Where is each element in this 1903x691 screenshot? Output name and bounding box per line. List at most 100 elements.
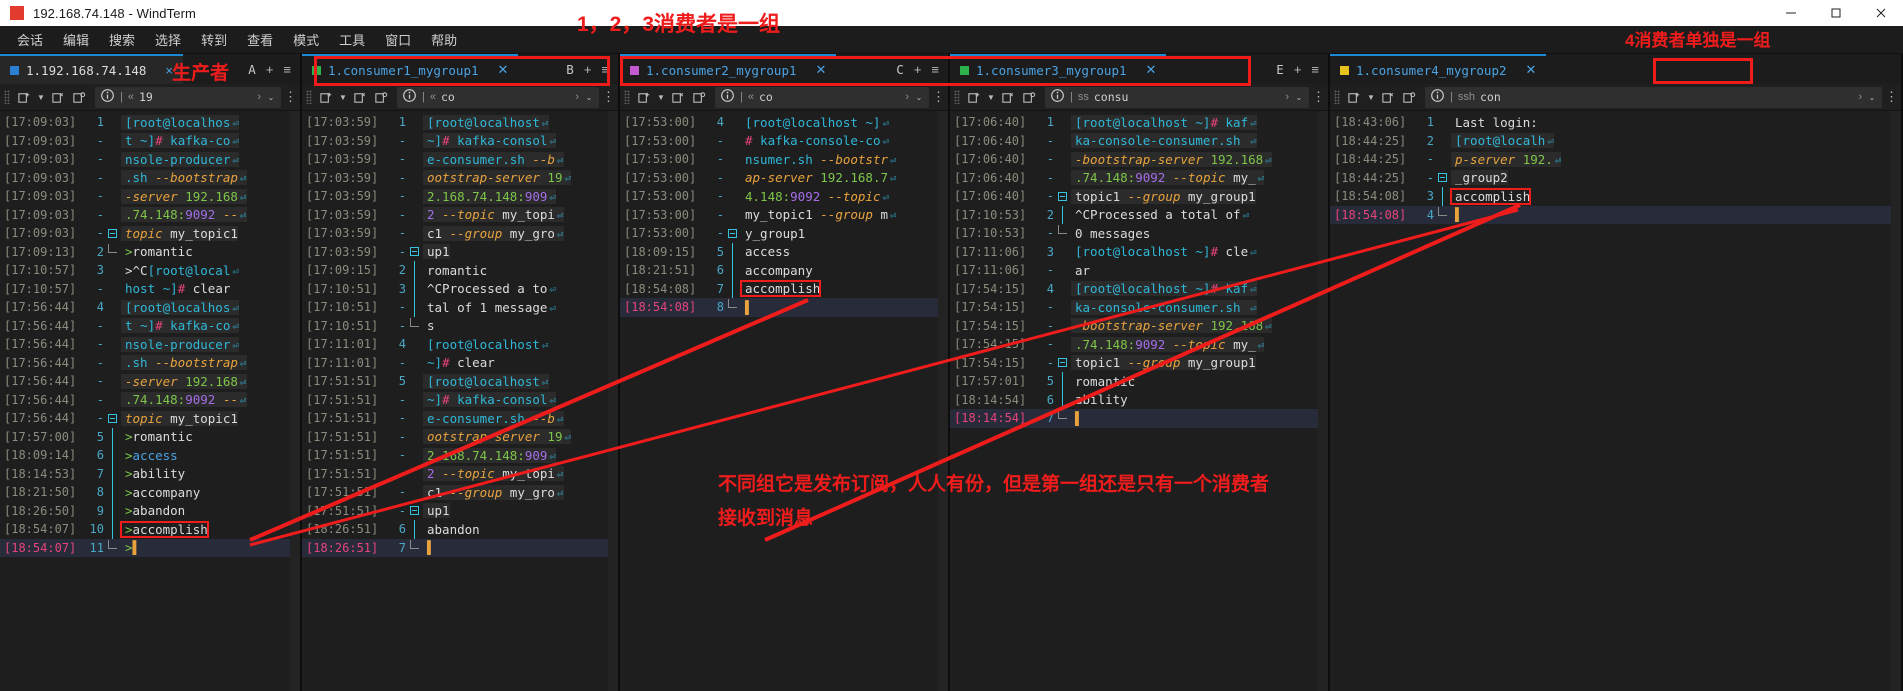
maximize-button[interactable] — [1813, 0, 1858, 26]
chevron-down-icon[interactable]: ▼ — [36, 93, 46, 102]
new-tab-icon[interactable] — [317, 88, 335, 106]
menu-item-2[interactable]: 搜索 — [100, 26, 144, 53]
menu-item-6[interactable]: 模式 — [284, 26, 328, 53]
toolbar-overflow-icon[interactable]: ⋮ — [284, 89, 297, 105]
duplicate-tab-icon[interactable] — [70, 88, 88, 106]
path-expand-icon[interactable]: ⌄ — [584, 93, 594, 102]
path-prev-icon[interactable]: « — [430, 91, 436, 103]
menu-item-8[interactable]: 窗口 — [376, 26, 420, 53]
menu-item-5[interactable]: 查看 — [238, 26, 282, 53]
add-tab-icon[interactable]: + — [1294, 62, 1302, 77]
tab-close-icon[interactable]: ✕ — [816, 62, 827, 78]
menu-item-3[interactable]: 选择 — [146, 26, 190, 53]
menu-item-9[interactable]: 帮助 — [422, 26, 466, 53]
add-tab-icon[interactable]: + — [266, 62, 274, 77]
close-tab-icon[interactable] — [1379, 88, 1397, 106]
tab-menu-icon[interactable]: ≡ — [931, 62, 939, 77]
tab-panel-consumer1[interactable]: 1.consumer1_mygroup1 ✕ — [302, 54, 519, 84]
tab-panel-producer[interactable]: 1.192.168.74.148 × — [0, 54, 184, 84]
toolbar-grip[interactable] — [954, 90, 960, 104]
toolbar-overflow-icon[interactable]: ⋮ — [1885, 89, 1898, 105]
close-tab-icon[interactable] — [351, 88, 369, 106]
new-tab-icon[interactable] — [15, 88, 33, 106]
duplicate-tab-icon[interactable] — [690, 88, 708, 106]
duplicate-tab-icon[interactable] — [372, 88, 390, 106]
terminal-0[interactable]: [17:09:03] 1 [root@localhos ⏎ [17:09:03] - t ~… — [0, 111, 300, 691]
toolbar-grip[interactable] — [624, 90, 630, 104]
toolbar-grip[interactable] — [1334, 90, 1340, 104]
close-tab-icon[interactable] — [999, 88, 1017, 106]
path-expand-icon[interactable]: ⌄ — [914, 93, 924, 102]
tab-menu-icon[interactable]: ≡ — [283, 62, 291, 77]
terminal-3[interactable]: [17:06:40] 1 [root@localhost ~]# kaf ⏎ [17:0… — [950, 111, 1328, 691]
chevron-down-icon[interactable]: ▼ — [1366, 93, 1376, 102]
close-tab-icon[interactable] — [49, 88, 67, 106]
tab-panel-consumer3[interactable]: 1.consumer3_mygroup1 ✕ — [950, 54, 1167, 84]
path-next-icon[interactable]: › — [257, 91, 261, 103]
line-timestamp: [17:53:00] — [624, 207, 697, 222]
tab-close-icon[interactable]: ✕ — [1146, 62, 1157, 78]
toolbar-grip[interactable] — [306, 90, 312, 104]
path-next-icon[interactable]: › — [1858, 91, 1862, 103]
fold-marker[interactable] — [1434, 173, 1451, 183]
new-tab-icon[interactable] — [635, 88, 653, 106]
tab-panel-consumer2[interactable]: 1.consumer2_mygroup1 ✕ — [620, 54, 837, 84]
path-prev-icon[interactable]: « — [748, 91, 754, 103]
path-expand-icon[interactable]: ⌄ — [266, 93, 276, 102]
path-expand-icon[interactable]: ⌄ — [1294, 93, 1304, 102]
tab-menu-icon[interactable]: ≡ — [1311, 62, 1319, 77]
chevron-down-icon[interactable]: ▼ — [656, 93, 666, 102]
breadcrumb-path[interactable]: | « co › ⌄ — [715, 86, 929, 108]
fold-marker[interactable] — [104, 413, 121, 423]
path-next-icon[interactable]: › — [575, 91, 579, 103]
terminal-scrollbar[interactable] — [290, 111, 300, 691]
path-next-icon[interactable]: › — [905, 91, 909, 103]
breadcrumb-path[interactable]: | « 19 › ⌄ — [95, 86, 281, 108]
duplicate-tab-icon[interactable] — [1400, 88, 1418, 106]
terminal-1[interactable]: [17:03:59] 1 [root@localhost ⏎ [17:03:59] - ~]… — [302, 111, 618, 691]
path-next-icon[interactable]: › — [1285, 91, 1289, 103]
add-tab-icon[interactable]: + — [914, 62, 922, 77]
fold-marker[interactable] — [104, 228, 121, 238]
terminal-scrollbar[interactable] — [938, 111, 948, 691]
add-tab-icon[interactable]: + — [584, 62, 592, 77]
breadcrumb-path[interactable]: | « co › ⌄ — [397, 86, 599, 108]
new-tab-icon[interactable] — [1345, 88, 1363, 106]
toolbar-overflow-icon[interactable]: ⋮ — [932, 89, 945, 105]
fold-marker[interactable] — [406, 506, 423, 516]
menu-item-1[interactable]: 编辑 — [54, 26, 98, 53]
close-button[interactable] — [1858, 0, 1903, 26]
toolbar-grip[interactable] — [4, 90, 10, 104]
terminal-scrollbar[interactable] — [1891, 111, 1901, 691]
terminal-scrollbar[interactable] — [1318, 111, 1328, 691]
terminal-2[interactable]: [17:53:00] 4 [root@localhost ~] ⏎ [17:53:00]… — [620, 111, 948, 691]
menu-item-4[interactable]: 转到 — [192, 26, 236, 53]
fold-marker[interactable] — [1054, 191, 1071, 201]
path-prev-icon[interactable]: ssh — [1458, 91, 1475, 103]
new-tab-icon[interactable] — [965, 88, 983, 106]
chevron-down-icon[interactable]: ▼ — [986, 93, 996, 102]
minimize-button[interactable] — [1768, 0, 1813, 26]
terminal-4[interactable]: [18:43:06] 1 Last login: [18:44:25] 2 [root@l… — [1330, 111, 1901, 691]
breadcrumb-path[interactable]: | ssh con › ⌄ — [1425, 86, 1882, 108]
toolbar-overflow-icon[interactable]: ⋮ — [602, 89, 615, 105]
fold-marker[interactable] — [724, 228, 741, 238]
menu-item-7[interactable]: 工具 — [330, 26, 374, 53]
tab-menu-icon[interactable]: ≡ — [601, 62, 609, 77]
tab-close-icon[interactable]: ✕ — [1526, 62, 1537, 78]
menu-item-0[interactable]: 会话 — [8, 26, 52, 53]
chevron-down-icon[interactable]: ▼ — [338, 93, 348, 102]
tab-panel-consumer4[interactable]: 1.consumer4_mygroup2 ✕ — [1330, 54, 1547, 84]
tab-close-icon[interactable]: ✕ — [498, 62, 509, 78]
terminal-scrollbar[interactable] — [608, 111, 618, 691]
path-prev-icon[interactable]: « — [128, 91, 134, 103]
fold-marker[interactable] — [406, 247, 423, 257]
path-expand-icon[interactable]: ⌄ — [1867, 93, 1877, 102]
duplicate-tab-icon[interactable] — [1020, 88, 1038, 106]
path-prev-icon[interactable]: ss — [1078, 91, 1089, 103]
tab-close-icon[interactable]: × — [165, 63, 173, 78]
breadcrumb-path[interactable]: | ss consu › ⌄ — [1045, 86, 1309, 108]
toolbar-overflow-icon[interactable]: ⋮ — [1312, 89, 1325, 105]
fold-marker[interactable] — [1054, 358, 1071, 368]
close-tab-icon[interactable] — [669, 88, 687, 106]
